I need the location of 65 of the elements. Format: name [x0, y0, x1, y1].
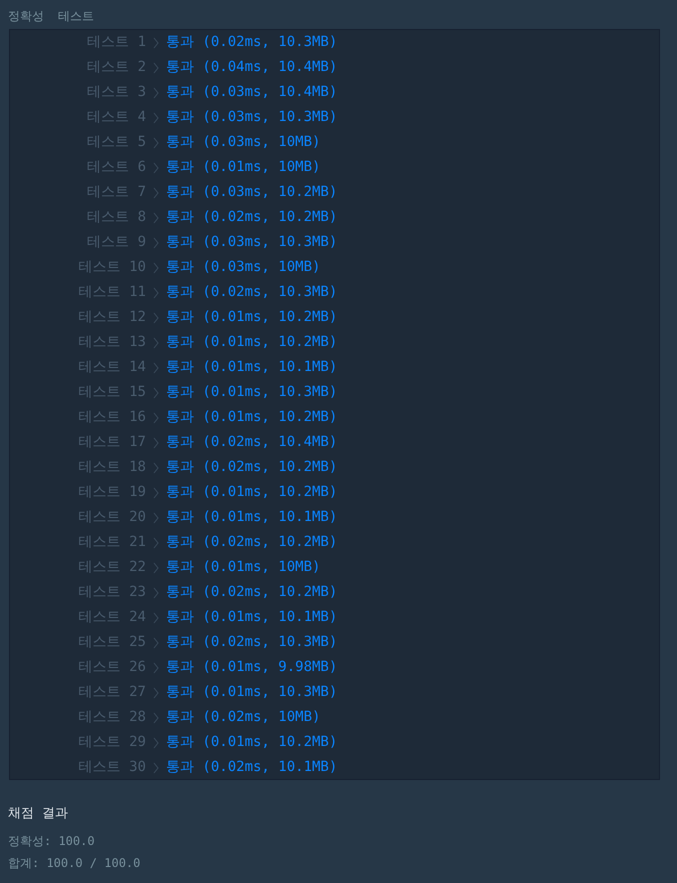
test-result: 통과 (0.01ms, 10.1MB) — [166, 608, 338, 627]
chevron-icon — [153, 236, 159, 248]
chevron-icon — [153, 312, 159, 324]
chevron-icon — [153, 286, 159, 298]
chevron-icon — [153, 212, 159, 224]
chevron-icon — [153, 686, 159, 698]
test-result: 통과 (0.02ms, 10.3MB) — [166, 283, 338, 302]
test-result: 통과 (0.01ms, 10MB) — [166, 158, 320, 177]
test-result: 통과 (0.01ms, 10.3MB) — [166, 683, 338, 702]
summary-line: 합계: 100.0 / 100.0 — [8, 855, 142, 872]
chevron-icon — [153, 336, 159, 348]
chevron-icon — [153, 462, 159, 474]
chevron-icon — [153, 62, 159, 74]
test-result: 통과 (0.03ms, 10.2MB) — [166, 183, 338, 202]
section-title: 정확성 — [8, 8, 44, 25]
test-result: 통과 (0.02ms, 10.4MB) — [166, 433, 338, 452]
test-result: 통과 (0.03ms, 10.3MB) — [166, 108, 338, 127]
chevron-icon — [153, 436, 159, 448]
test-result: 통과 (0.01ms, 10.2MB) — [166, 733, 338, 752]
test-result: 통과 (0.01ms, 10.1MB) — [166, 358, 338, 377]
test-result: 통과 (0.02ms, 10.3MB) — [166, 633, 338, 652]
test-result: 통과 (0.03ms, 10.4MB) — [166, 83, 338, 102]
chevron-icon — [153, 712, 159, 724]
chevron-icon — [153, 162, 159, 174]
chevron-icon — [153, 36, 159, 48]
test-result: 통과 (0.04ms, 10.4MB) — [166, 58, 338, 77]
section-subtitle: 테스트 — [58, 8, 94, 25]
test-result: 통과 (0.03ms, 10.3MB) — [166, 233, 338, 252]
test-result: 통과 (0.01ms, 9.98MB) — [166, 658, 338, 677]
chevron-icon — [153, 262, 159, 274]
chevron-icon — [153, 136, 159, 148]
chevron-icon — [153, 662, 159, 674]
chevron-icon — [153, 612, 159, 624]
chevron-icon — [153, 412, 159, 424]
test-result: 통과 (0.01ms, 10.3MB) — [166, 383, 338, 402]
test-result: 통과 (0.01ms, 10.2MB) — [166, 483, 338, 502]
chevron-icon — [153, 586, 159, 598]
chevron-icon — [153, 562, 159, 574]
chevron-icon — [153, 186, 159, 198]
summary-title: 채점 결과 — [8, 805, 69, 823]
test-result: 통과 (0.01ms, 10.2MB) — [166, 333, 338, 352]
test-result: 통과 (0.02ms, 10MB) — [166, 708, 320, 727]
chevron-icon — [153, 112, 159, 124]
chevron-icon — [153, 762, 159, 774]
test-result: 통과 (0.01ms, 10MB) — [166, 558, 320, 577]
test-result: 통과 (0.03ms, 10MB) — [166, 133, 320, 152]
chevron-icon — [153, 86, 159, 98]
test-result: 통과 (0.02ms, 10.2MB) — [166, 533, 338, 552]
summary-line: 정확성: 100.0 — [8, 833, 96, 850]
test-result: 통과 (0.01ms, 10.2MB) — [166, 308, 338, 327]
test-result: 통과 (0.02ms, 10.2MB) — [166, 583, 338, 602]
test-result: 통과 (0.01ms, 10.1MB) — [166, 508, 338, 527]
test-result: 통과 (0.02ms, 10.1MB) — [166, 758, 338, 777]
chevron-icon — [153, 512, 159, 524]
test-result: 통과 (0.02ms, 10.2MB) — [166, 208, 338, 227]
test-result: 통과 (0.03ms, 10MB) — [166, 258, 320, 277]
chevron-icon — [153, 736, 159, 748]
test-result: 통과 (0.02ms, 10.3MB) — [166, 33, 338, 52]
chevron-icon — [153, 636, 159, 648]
chevron-icon — [153, 486, 159, 498]
test-result: 통과 (0.01ms, 10.2MB) — [166, 408, 338, 427]
chevron-icon — [153, 362, 159, 374]
chevron-icon — [153, 536, 159, 548]
chevron-icon — [153, 386, 159, 398]
test-result: 통과 (0.02ms, 10.2MB) — [166, 458, 338, 477]
